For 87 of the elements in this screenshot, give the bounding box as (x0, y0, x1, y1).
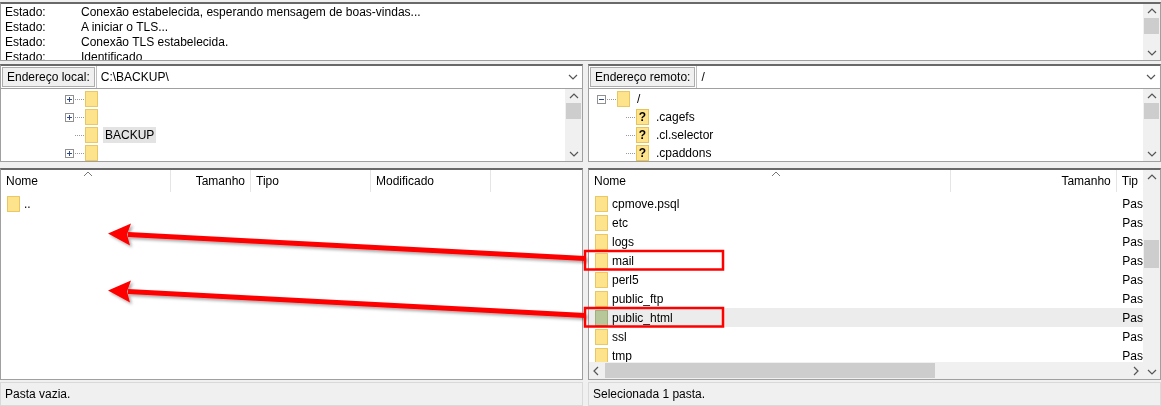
column-header[interactable]: Modificado (371, 170, 491, 192)
log-label: Estado: (5, 20, 47, 35)
sort-icon (771, 170, 781, 176)
folder-icon (85, 127, 98, 143)
folder-icon (595, 328, 608, 345)
file-type: Pas (1122, 329, 1143, 344)
scroll-up-icon[interactable] (568, 93, 579, 99)
folder-icon (85, 91, 98, 107)
address-field[interactable]: / (696, 66, 1160, 88)
expand-icon[interactable] (65, 112, 74, 122)
file-type: Pas (1122, 310, 1143, 325)
log-label: Estado: (5, 5, 47, 20)
scroll-thumb[interactable] (1144, 240, 1159, 268)
log-label: Estado: (5, 35, 47, 50)
scroll-right-icon[interactable] (1133, 365, 1139, 376)
folder-icon (595, 252, 608, 269)
file-name[interactable]: cpmove.psql (612, 196, 1117, 211)
scroll-down-icon[interactable] (1146, 151, 1157, 157)
address-label: Endereço local: (2, 67, 95, 87)
address-field[interactable]: C:\BACKUP\ (95, 66, 582, 88)
scroll-up-icon[interactable] (1146, 174, 1157, 180)
folder-icon (7, 195, 20, 212)
folder-icon (595, 309, 608, 326)
folder-icon (595, 347, 608, 362)
file-name[interactable]: perl5 (612, 272, 1117, 287)
expand-icon[interactable] (65, 94, 74, 104)
scrollbar[interactable] (1143, 170, 1160, 379)
scroll-thumb[interactable] (605, 363, 935, 378)
unknown-file-icon: ? (636, 109, 649, 125)
log-message: A iniciar o TLS... (81, 20, 169, 35)
column-header[interactable]: Tipo (251, 170, 371, 192)
unknown-file-icon: ? (636, 127, 649, 143)
folder-icon (595, 214, 608, 231)
tree-item[interactable]: BACKUP (103, 127, 157, 143)
file-name[interactable]: mail (612, 253, 1117, 268)
tree-item[interactable]: .cagefs (654, 109, 697, 125)
scroll-down-icon[interactable] (1146, 50, 1157, 56)
file-name[interactable]: public_html (612, 310, 1117, 325)
scroll-down-icon[interactable] (568, 151, 579, 157)
scroll-up-icon[interactable] (1146, 8, 1157, 14)
folder-icon (595, 271, 608, 288)
scrollbar[interactable] (1143, 4, 1160, 60)
file-type: Pas (1122, 272, 1143, 287)
file-type: Pas (1122, 291, 1143, 306)
folder-icon (85, 109, 98, 125)
file-type: Pas (1122, 234, 1143, 249)
address-label: Endereço remoto: (590, 67, 696, 87)
dropdown-icon[interactable] (1146, 74, 1156, 80)
file-name[interactable]: tmp (612, 348, 1117, 362)
tree-item[interactable]: .cpaddons (654, 145, 714, 161)
file-name[interactable]: logs (612, 234, 1117, 249)
column-header[interactable]: Nome (589, 170, 952, 192)
file-type: Pas (1122, 215, 1143, 230)
status-text: Selecionada 1 pasta. (593, 387, 706, 401)
tree-item[interactable]: / (635, 91, 643, 107)
file-type: Pas (1122, 196, 1143, 211)
file-type: Pas (1122, 348, 1143, 362)
file-name[interactable]: .. (24, 196, 31, 211)
expand-icon[interactable] (65, 148, 74, 158)
folder-icon (595, 290, 608, 307)
folder-icon (595, 233, 608, 250)
scroll-up-icon[interactable] (1146, 93, 1157, 99)
file-name[interactable]: ssl (612, 329, 1117, 344)
unknown-file-icon: ? (636, 145, 649, 161)
column-header[interactable]: Tip (1116, 170, 1143, 192)
tree-item[interactable]: .cl.selector (654, 127, 716, 143)
column-header[interactable]: Tamanho (171, 170, 251, 192)
folder-icon (85, 145, 98, 161)
file-name[interactable]: etc (612, 215, 1117, 230)
scrollbar[interactable] (589, 362, 1143, 379)
collapse-icon[interactable] (597, 94, 606, 104)
status-text: Pasta vazia. (5, 387, 71, 401)
folder-icon (595, 195, 608, 212)
scroll-down-icon[interactable] (1146, 369, 1157, 375)
sort-icon (83, 170, 93, 176)
folder-icon (617, 91, 630, 107)
column-header[interactable]: Tamanho (951, 170, 1117, 192)
dropdown-icon[interactable] (568, 74, 578, 80)
column-header[interactable]: Nome (1, 170, 171, 192)
scroll-thumb[interactable] (566, 103, 581, 119)
scroll-thumb[interactable] (1144, 18, 1159, 34)
scroll-left-icon[interactable] (593, 365, 599, 376)
log-message: Conexão TLS estabelecida. (81, 35, 229, 50)
file-type: Pas (1122, 253, 1143, 268)
file-name[interactable]: public_ftp (612, 291, 1117, 306)
scroll-thumb[interactable] (1144, 103, 1159, 119)
log-message: Conexão estabelecida, esperando mensagem de boas-vindas... (81, 5, 421, 20)
